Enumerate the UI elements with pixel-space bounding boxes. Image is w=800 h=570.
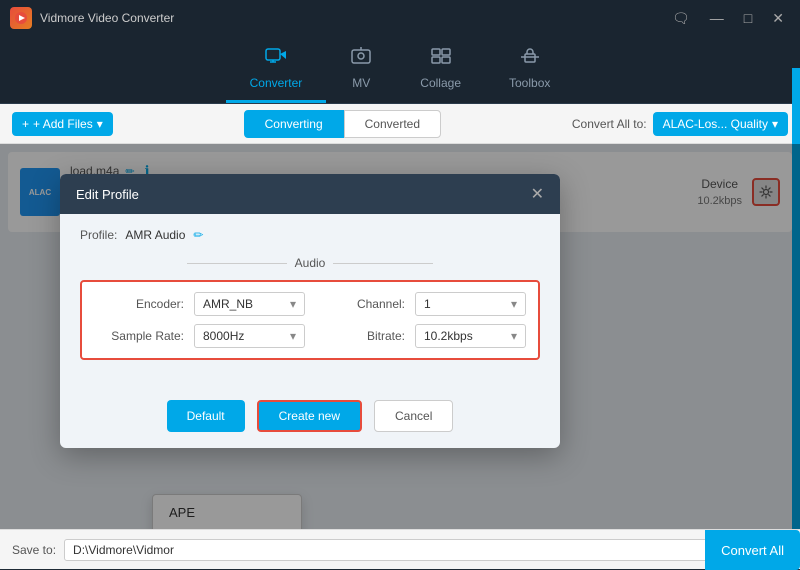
encoder-select[interactable]: AMR_NB ▾ (194, 292, 305, 316)
create-new-button[interactable]: Create new (257, 400, 362, 432)
channel-select[interactable]: 1 ▾ (415, 292, 526, 316)
restore-btn[interactable]: — (704, 8, 730, 28)
channel-value: 1 (424, 297, 431, 311)
nav-converter[interactable]: Converter (226, 38, 327, 103)
app-logo (10, 7, 32, 29)
mv-label: MV (352, 76, 370, 90)
tab-converting[interactable]: Converting (244, 110, 344, 138)
main-content: ALAC load.m4a ✏ ℹ ⏱ 00:02:43 Subtitle Di… (0, 144, 800, 529)
bitrate-label: Bitrate: (315, 329, 405, 343)
encoder-chevron-icon: ▾ (290, 297, 296, 311)
sample-rate-value: 8000Hz (203, 329, 244, 343)
sample-rate-select[interactable]: 8000Hz ▾ (194, 324, 305, 348)
modal-close-button[interactable]: ✕ (531, 184, 544, 204)
quality-label: ALAC-Los... Quality (663, 117, 768, 131)
quality-dropdown-arrow: ▾ (772, 117, 778, 131)
title-bar: Vidmore Video Converter 🗨 — □ ✕ (0, 0, 800, 36)
add-icon: + (22, 117, 29, 131)
channel-label: Channel: (315, 297, 405, 311)
nav-mv[interactable]: MV (326, 38, 396, 103)
close-btn[interactable]: ✕ (766, 8, 790, 29)
collage-icon (430, 46, 452, 72)
default-button[interactable]: Default (167, 400, 245, 432)
encoder-row: Encoder: AMR_NB ▾ Channel: 1 ▾ (94, 292, 526, 316)
convert-all-label: Convert All to: (572, 117, 647, 131)
sample-rate-row: Sample Rate: 8000Hz ▾ Bitrate: 10.2kbps … (94, 324, 526, 348)
app-title: Vidmore Video Converter (40, 11, 174, 25)
encoder-value: AMR_NB (203, 297, 253, 311)
convert-all-button[interactable]: Convert All (705, 530, 800, 570)
edit-profile-icon[interactable]: ✏ (193, 228, 203, 242)
mv-icon (350, 46, 372, 72)
modal-body: Profile: AMR Audio ✏ Audio Encoder: AMR_… (60, 214, 560, 390)
modal-title: Edit Profile (76, 187, 139, 202)
bottom-bar: Save to: D:\Vidmore\Vidmor Convert All (0, 529, 800, 569)
nav-toolbox[interactable]: Toolbox (485, 38, 574, 103)
sample-rate-label: Sample Rate: (94, 329, 184, 343)
toolbox-icon (519, 46, 541, 72)
encoder-label: Encoder: (94, 297, 184, 311)
add-files-button[interactable]: + + Add Files ▾ (12, 112, 113, 136)
toolbox-label: Toolbox (509, 76, 550, 90)
profile-label: Profile: (80, 228, 117, 242)
collage-label: Collage (420, 76, 461, 90)
audio-section-header: Audio (80, 256, 540, 270)
audio-settings-grid: Encoder: AMR_NB ▾ Channel: 1 ▾ Sample Ra… (80, 280, 540, 360)
bitrate-select[interactable]: 10.2kbps ▾ (415, 324, 526, 348)
save-path: D:\Vidmore\Vidmor (64, 539, 788, 561)
cancel-button[interactable]: Cancel (374, 400, 453, 432)
channel-chevron-icon: ▾ (511, 297, 517, 311)
bitrate-value: 10.2kbps (424, 329, 473, 343)
nav-bar: Converter MV Collage Toolbox (0, 36, 800, 104)
title-bar-left: Vidmore Video Converter (10, 7, 174, 29)
convert-all-section: Convert All to: ALAC-Los... Quality ▾ (572, 112, 788, 136)
modal-footer: Default Create new Cancel (60, 390, 560, 448)
toolbar: + + Add Files ▾ Converting Converted Con… (0, 104, 800, 144)
edit-profile-modal: Edit Profile ✕ Profile: AMR Audio ✏ Audi… (60, 174, 560, 448)
profile-row: Profile: AMR Audio ✏ (80, 228, 540, 242)
modal-header: Edit Profile ✕ (60, 174, 560, 214)
converter-icon (265, 46, 287, 72)
quality-dropdown-button[interactable]: ALAC-Los... Quality ▾ (653, 112, 788, 136)
tab-converted[interactable]: Converted (344, 110, 441, 138)
add-files-label: + Add Files (33, 117, 93, 131)
dropdown-arrow-icon: ▾ (97, 117, 103, 131)
nav-collage[interactable]: Collage (396, 38, 485, 103)
sample-rate-chevron-icon: ▾ (290, 329, 296, 343)
profile-name: AMR Audio (125, 228, 185, 242)
bitrate-chevron-icon: ▾ (511, 329, 517, 343)
minimize-btn[interactable]: 🗨 (666, 8, 696, 29)
save-to-label: Save to: (12, 543, 56, 557)
converter-label: Converter (250, 76, 303, 90)
toolbar-tabs: Converting Converted (244, 110, 441, 138)
title-bar-controls: 🗨 — □ ✕ (666, 8, 790, 29)
maximize-btn[interactable]: □ (738, 8, 758, 28)
